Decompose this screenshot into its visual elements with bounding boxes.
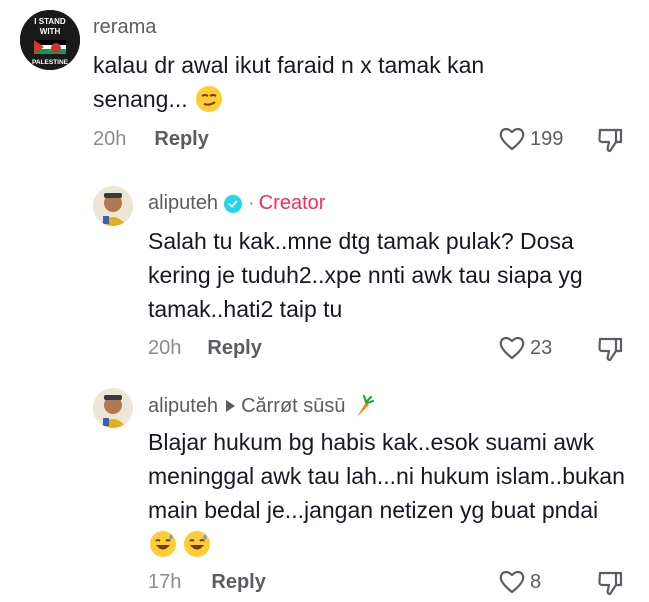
comment-text-content: kalau dr awal ikut faraid n x tamak kan … [93, 52, 485, 112]
comment-text: Blajar hukum bg habis kak..esok suami aw… [148, 425, 628, 561]
like-button[interactable]: 199 [498, 126, 563, 152]
comment-username[interactable]: aliputeh · Creator [148, 192, 325, 215]
separator-dot: · [248, 192, 255, 214]
heart-icon [499, 570, 525, 594]
sweat-smile-emoji-icon [184, 531, 211, 557]
comment-meta: 17h Reply [148, 571, 266, 594]
avatar-image [93, 388, 133, 428]
comment-text: Salah tu kak..mne dtg tamak pulak? Dosa … [148, 224, 628, 326]
comment-username[interactable]: aliputeh Cărrøt sūsū [148, 393, 374, 419]
comment-text-content: Salah tu kak..mne dtg tamak pulak? Dosa … [148, 228, 583, 322]
avatar-image: I STAND WITH PALESTINE [20, 10, 80, 70]
creator-badge: Creator [258, 192, 326, 214]
dislike-button[interactable] [596, 569, 624, 602]
thumbs-down-icon [598, 337, 623, 362]
avatar-image [93, 186, 133, 226]
carrot-icon [352, 393, 374, 419]
comment-time: 17h [148, 571, 182, 593]
thumbs-down-icon [598, 571, 623, 596]
reply-arrow-icon [226, 400, 236, 412]
reply-button[interactable]: Reply [207, 337, 261, 360]
comment-time: 20h [148, 337, 182, 359]
verified-badge-icon [224, 194, 243, 213]
like-button[interactable]: 23 [498, 335, 552, 361]
smirk-emoji-icon [196, 86, 223, 112]
comment-text-content: Blajar hukum bg habis kak..esok suami aw… [148, 429, 625, 523]
like-count: 8 [530, 570, 542, 593]
dislike-button[interactable] [596, 335, 624, 368]
comment-text: kalau dr awal ikut faraid n x tamak kan … [93, 48, 563, 116]
username-text[interactable]: rerama [93, 16, 156, 39]
like-count: 199 [530, 127, 564, 150]
reply-to-username[interactable]: Cărrøt sūsū [241, 395, 345, 418]
thumbs-down-icon [598, 128, 623, 153]
avatar[interactable]: I STAND WITH PALESTINE [20, 10, 80, 70]
reply-button[interactable]: Reply [211, 571, 265, 594]
avatar-text-3: PALESTINE [32, 59, 69, 66]
like-count: 23 [530, 336, 553, 359]
comment-username[interactable]: rerama [93, 16, 156, 39]
username-text[interactable]: aliputeh [148, 395, 218, 418]
avatar-text-2: WITH [40, 27, 61, 36]
heart-icon [499, 127, 525, 151]
sweat-smile-emoji-icon [150, 531, 176, 557]
comment-meta: 20h Reply [148, 337, 262, 360]
avatar[interactable] [93, 388, 133, 428]
avatar-text-1: I STAND [34, 17, 66, 26]
username-text[interactable]: aliputeh [148, 192, 218, 215]
heart-icon [499, 336, 525, 360]
comment-time: 20h [93, 128, 127, 150]
dislike-button[interactable] [596, 126, 624, 159]
like-button[interactable]: 8 [498, 569, 541, 595]
comment-meta: 20h Reply [93, 128, 209, 151]
reply-button[interactable]: Reply [154, 128, 208, 151]
avatar[interactable] [93, 186, 133, 226]
